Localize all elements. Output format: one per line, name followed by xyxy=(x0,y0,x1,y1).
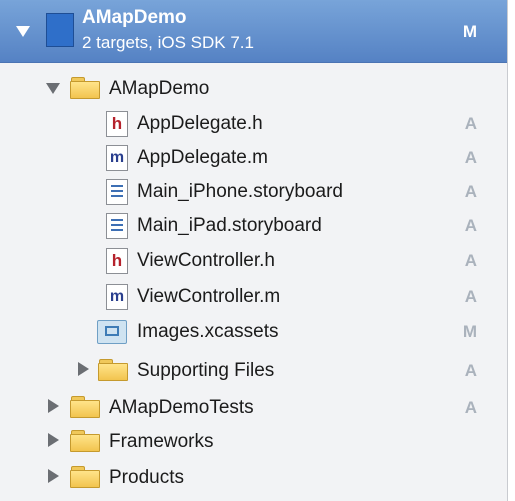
scm-status: A xyxy=(464,398,477,417)
asset-catalog-icon xyxy=(97,320,127,344)
disclosure-collapsed-icon[interactable] xyxy=(48,399,59,413)
item-label: AMapDemoTests xyxy=(109,397,254,418)
project-status-badge: M xyxy=(462,22,477,41)
group-amapdemo[interactable]: AMapDemo xyxy=(0,72,507,106)
item-label: Main_iPad.storyboard xyxy=(137,215,322,236)
folder-icon xyxy=(98,359,128,381)
project-row[interactable]: AMapDemo 2 targets, iOS SDK 7.1 M xyxy=(0,0,507,63)
header-file-icon: h xyxy=(106,111,128,137)
file-images-xcassets[interactable]: Images.xcassets M xyxy=(0,315,507,349)
project-subtitle: 2 targets, iOS SDK 7.1 xyxy=(82,33,254,52)
disclosure-collapsed-icon[interactable] xyxy=(78,362,89,376)
disclosure-collapsed-icon[interactable] xyxy=(48,469,59,483)
disclosure-collapsed-icon[interactable] xyxy=(48,433,59,447)
storyboard-icon xyxy=(106,213,128,239)
scm-status: A xyxy=(464,114,477,133)
implementation-file-icon: m xyxy=(106,284,128,310)
file-main-ipad-storyboard[interactable]: Main_iPad.storyboard A xyxy=(0,209,507,243)
folder-icon xyxy=(70,77,100,99)
item-label: AppDelegate.m xyxy=(137,147,268,168)
item-label: Main_iPhone.storyboard xyxy=(137,181,343,202)
file-appdelegate-h[interactable]: h AppDelegate.h A xyxy=(0,107,507,141)
scm-status: A xyxy=(464,182,477,201)
item-label: AMapDemo xyxy=(109,78,210,99)
group-supporting-files[interactable]: Supporting Files A xyxy=(0,354,507,388)
folder-icon xyxy=(70,430,100,452)
scm-status: A xyxy=(464,251,477,270)
file-viewcontroller-h[interactable]: h ViewController.h A xyxy=(0,244,507,278)
group-frameworks[interactable]: Frameworks xyxy=(0,425,507,459)
project-name: AMapDemo xyxy=(82,7,187,28)
scm-status: M xyxy=(462,322,477,341)
project-navigator: AMapDemo 2 targets, iOS SDK 7.1 M AMapDe… xyxy=(0,0,508,501)
header-file-icon: h xyxy=(106,248,128,274)
folder-icon xyxy=(70,396,100,418)
storyboard-icon xyxy=(106,179,128,205)
item-label: Frameworks xyxy=(109,431,214,452)
item-label: ViewController.h xyxy=(137,250,276,271)
item-label: Supporting Files xyxy=(137,360,275,381)
item-label: AppDelegate.h xyxy=(137,113,263,134)
folder-icon xyxy=(70,466,100,488)
file-appdelegate-m[interactable]: m AppDelegate.m A xyxy=(0,141,507,175)
implementation-file-icon: m xyxy=(106,145,128,171)
scm-status: A xyxy=(464,287,477,306)
group-products[interactable]: Products xyxy=(0,461,507,495)
item-label: Products xyxy=(109,467,184,488)
xcode-project-icon xyxy=(46,13,74,47)
scm-status: A xyxy=(464,216,477,235)
item-label: ViewController.m xyxy=(137,286,281,307)
group-amapdemotests[interactable]: AMapDemoTests A xyxy=(0,391,507,425)
disclosure-expanded-icon[interactable] xyxy=(16,26,30,37)
item-label: Images.xcassets xyxy=(137,321,279,342)
scm-status: A xyxy=(464,148,477,167)
file-main-iphone-storyboard[interactable]: Main_iPhone.storyboard A xyxy=(0,175,507,209)
disclosure-expanded-icon[interactable] xyxy=(46,83,60,94)
file-viewcontroller-m[interactable]: m ViewController.m A xyxy=(0,280,507,314)
scm-status: A xyxy=(464,361,477,380)
